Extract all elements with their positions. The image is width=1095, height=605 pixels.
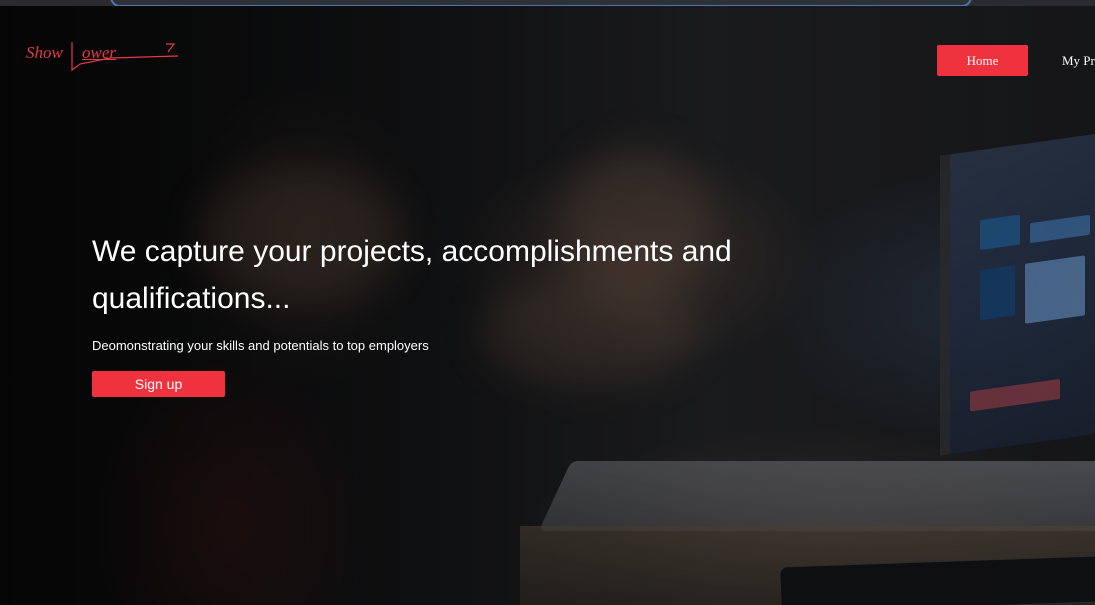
site-logo[interactable]: Show ower — [26, 40, 179, 76]
logo-text-ower: ower — [82, 43, 116, 62]
sign-up-button[interactable]: Sign up — [92, 371, 225, 397]
nav-home-button[interactable]: Home — [937, 45, 1028, 76]
hero-subheadline: Deomonstrating your skills and potential… — [92, 338, 429, 353]
logo-text-show: Show — [26, 43, 63, 62]
nav-my-projects-link[interactable]: My Pr — [1062, 45, 1095, 76]
hero-headline: We capture your projects, accomplishment… — [92, 235, 732, 315]
page: Show ower Home My Pr We capture your pro… — [0, 0, 1095, 605]
